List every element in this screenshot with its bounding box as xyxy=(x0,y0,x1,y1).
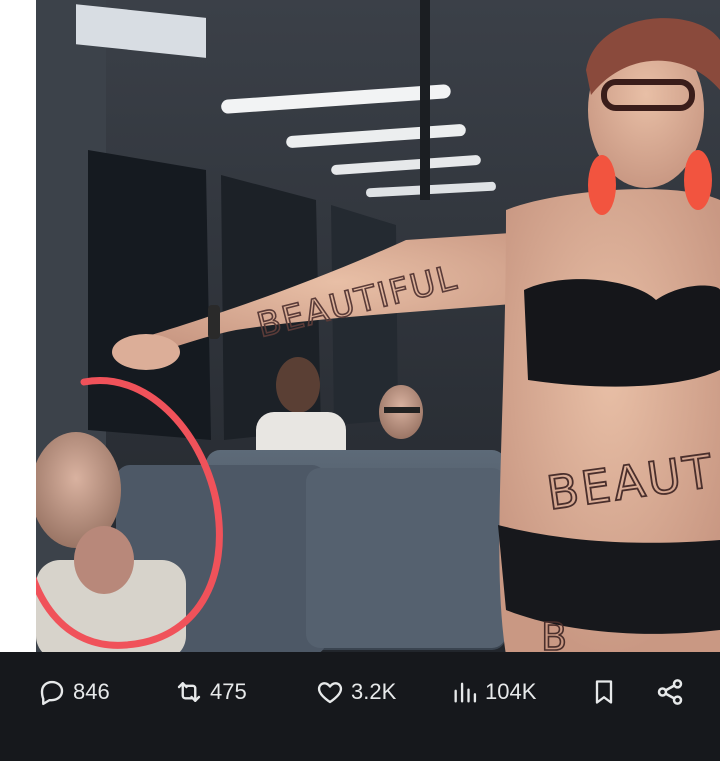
heart-icon xyxy=(317,682,343,704)
bookmark-button[interactable] xyxy=(590,674,618,710)
passenger-back-head xyxy=(276,357,320,413)
views-icon xyxy=(454,682,477,703)
earring-icon xyxy=(588,155,616,215)
seat-back xyxy=(306,468,506,648)
post-action-bar: 846 475 3.2K 104K xyxy=(0,652,720,761)
reply-count: 846 xyxy=(73,679,110,704)
leg-writing: B xyxy=(541,615,567,655)
left-gutter xyxy=(0,0,36,655)
repost-count: 475 xyxy=(210,679,247,704)
share-button[interactable] xyxy=(655,674,685,710)
like-count: 3.2K xyxy=(351,679,397,704)
grab-pole xyxy=(420,0,430,200)
view-count: 104K xyxy=(485,679,537,704)
repost-icon xyxy=(177,682,201,702)
woman-bracelet xyxy=(208,305,220,339)
woman-bra xyxy=(524,279,720,387)
foreground-man-hand xyxy=(74,526,134,594)
reply-icon xyxy=(40,680,64,706)
views-button[interactable]: 104K xyxy=(451,674,536,710)
reply-button[interactable]: 846 xyxy=(37,674,110,710)
like-button[interactable]: 3.2K xyxy=(315,674,396,710)
post-image[interactable]: BEAUTIFUL BEAUT B xyxy=(36,0,720,655)
repost-button[interactable]: 475 xyxy=(174,674,247,710)
share-icon xyxy=(657,679,683,705)
bookmark-icon xyxy=(595,680,613,704)
bald-passenger-glasses xyxy=(384,407,420,413)
woman-hand xyxy=(112,334,180,370)
earring-icon xyxy=(684,150,712,210)
